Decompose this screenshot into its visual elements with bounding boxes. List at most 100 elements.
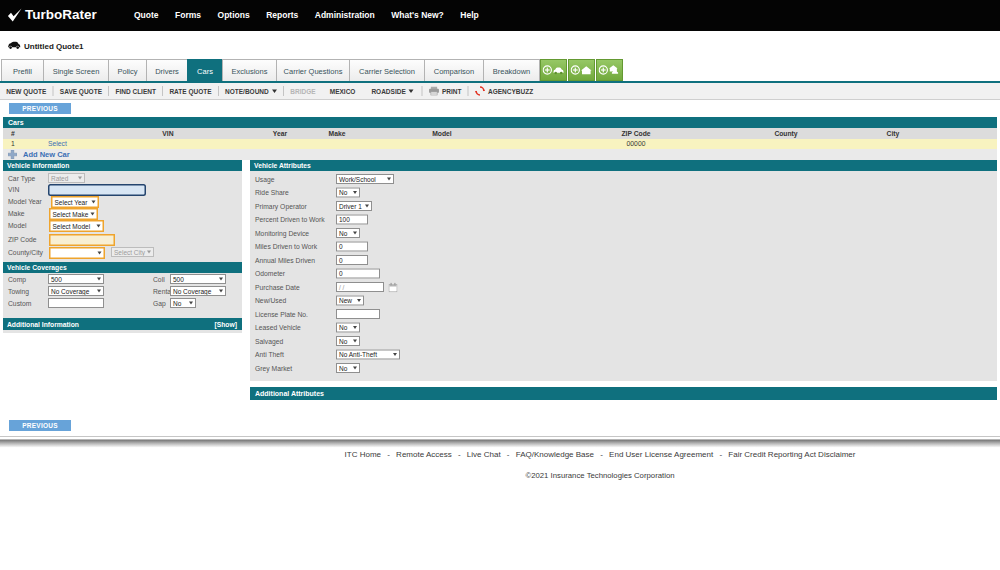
menu-options[interactable]: Options	[218, 11, 250, 21]
quote-title: Untitled Quote1	[24, 42, 84, 51]
towing-label: Towing	[8, 288, 29, 296]
comp-select[interactable]: 500	[48, 274, 104, 284]
add-auto-quote-button[interactable]	[540, 59, 567, 81]
model-year-select[interactable]: Select Year	[51, 196, 99, 208]
add-auto-home-quote-button[interactable]	[596, 59, 623, 81]
annual-miles-input[interactable]: 0	[336, 255, 368, 265]
find-client-button[interactable]: FIND CLIENT	[109, 87, 162, 95]
ride-share-select[interactable]: No	[336, 188, 360, 198]
car-row-1: 1 Select 00000	[3, 139, 997, 149]
footer-link-itc-home[interactable]: ITC Home	[343, 450, 383, 459]
percent-driven-label: Percent Driven to Work	[255, 216, 325, 224]
menu-forms[interactable]: Forms	[175, 11, 201, 21]
quote-header-row: Untitled Quote1	[0, 31, 1000, 59]
new-quote-button[interactable]: NEW QUOTE	[0, 87, 53, 95]
county-select[interactable]	[49, 247, 105, 259]
column-header-vin: VIN	[162, 130, 173, 138]
menu-reports[interactable]: Reports	[266, 11, 298, 21]
footer-links: ITC Home - Remote Access - Live Chat - F…	[250, 450, 950, 459]
car-type-label: Car Type	[8, 175, 35, 183]
vin-input[interactable]	[48, 184, 146, 196]
custom-input[interactable]	[48, 298, 104, 308]
leased-vehicle-label: Leased Vehicle	[255, 324, 301, 332]
tab-cars[interactable]: Cars	[187, 59, 223, 81]
add-home-quote-button[interactable]	[568, 59, 595, 81]
grey-market-label: Grey Market	[255, 365, 292, 373]
leased-vehicle-select[interactable]: No	[336, 323, 360, 333]
miles-driven-input[interactable]: 0	[336, 242, 368, 252]
previous-button-top[interactable]: PREVIOUS	[9, 103, 71, 114]
roadside-button[interactable]: ROADSIDE	[363, 87, 421, 95]
tab-prefill[interactable]: Prefill	[1, 59, 44, 81]
zip-code-input[interactable]	[49, 234, 115, 246]
calendar-icon[interactable]	[389, 283, 398, 293]
footer-link-remote-access[interactable]: Remote Access	[394, 450, 454, 459]
new-used-select[interactable]: New	[336, 296, 364, 306]
tab-single-screen[interactable]: Single Screen	[43, 59, 109, 81]
monitoring-device-label: Monitoring Device	[255, 230, 309, 238]
make-label: Make	[8, 210, 25, 218]
tab-breakdown[interactable]: Breakdown	[483, 59, 540, 81]
gap-label: Gap	[153, 300, 166, 308]
mexico-button[interactable]: MEXICO	[322, 87, 364, 95]
print-button[interactable]: PRINT	[423, 87, 468, 96]
vehicle-coverages-header: Vehicle Coverages	[3, 262, 242, 273]
salvaged-select[interactable]: No	[336, 336, 360, 346]
tab-comparison[interactable]: Comparison	[424, 59, 484, 81]
rental-select[interactable]: No Coverage	[170, 286, 226, 296]
agencybuzz-button[interactable]: AGENCYBUZZ	[469, 86, 540, 96]
column-header-city: City	[887, 130, 900, 138]
tab-carrier-selection[interactable]: Carrier Selection	[349, 59, 425, 81]
footer-link-faq[interactable]: FAQ/Knowledge Base	[514, 450, 596, 459]
odometer-input[interactable]: 0	[336, 269, 380, 279]
menu-administration[interactable]: Administration	[315, 11, 375, 21]
vehicle-information-header: Vehicle Information	[3, 160, 242, 171]
footer-link-live-chat[interactable]: Live Chat	[465, 450, 503, 459]
dropdown-caret-icon	[272, 89, 277, 93]
footer-copyright: ©2021 Insurance Technologies Corporation	[250, 471, 950, 480]
purchase-date-input[interactable]: / /	[336, 282, 384, 292]
coll-label: Coll	[153, 276, 165, 284]
vehicle-attributes-panel: Vehicle Attributes Usage Work/School Rid…	[250, 160, 997, 381]
add-new-car-link[interactable]: Add New Car	[23, 150, 70, 159]
add-new-car-row: Add New Car	[3, 149, 997, 160]
quote-tabs: Prefill Single Screen Policy Drivers Car…	[1, 59, 623, 81]
model-select[interactable]: Select Model	[49, 220, 104, 232]
menu-quote[interactable]: Quote	[134, 11, 159, 21]
make-select[interactable]: Select Make	[49, 208, 98, 220]
monitoring-device-select[interactable]: No	[336, 228, 360, 238]
footer-link-fcra[interactable]: Fair Credit Reporting Act Disclaimer	[726, 450, 857, 459]
turborater-logo[interactable]: TurboRater	[7, 7, 97, 23]
percent-driven-input[interactable]: 100	[336, 215, 368, 225]
usage-select[interactable]: Work/School	[336, 174, 394, 184]
footer-shadow	[0, 440, 1000, 449]
tab-policy[interactable]: Policy	[108, 59, 147, 81]
tab-drivers[interactable]: Drivers	[146, 59, 188, 81]
purchase-date-label: Purchase Date	[255, 284, 300, 292]
add-home-icon	[571, 64, 593, 77]
menu-help[interactable]: Help	[460, 11, 478, 21]
license-plate-input[interactable]	[336, 309, 380, 319]
tab-carrier-questions[interactable]: Carrier Questions	[276, 59, 350, 81]
menu-whats-new[interactable]: What's New?	[391, 11, 444, 21]
primary-operator-select[interactable]: Driver 1	[336, 201, 372, 211]
county-city-label: County/City	[8, 249, 43, 257]
anti-theft-select[interactable]: No Anti-Theft	[336, 350, 400, 360]
bridge-button: BRIDGE	[284, 87, 322, 95]
towing-select[interactable]: No Coverage	[48, 286, 104, 296]
gap-select[interactable]: No	[170, 298, 196, 308]
grey-market-select[interactable]: No	[336, 363, 360, 373]
save-quote-button[interactable]: SAVE QUOTE	[54, 87, 109, 95]
footer-link-eula[interactable]: End User License Agreement	[607, 450, 715, 459]
coll-select[interactable]: 500	[170, 274, 226, 284]
previous-button-bottom[interactable]: PREVIOUS	[9, 420, 71, 431]
add-auto-home-icon	[599, 64, 621, 77]
salvaged-label: Salvaged	[255, 338, 283, 346]
printer-icon	[429, 87, 439, 96]
license-plate-label: License Plate No.	[255, 311, 308, 319]
rate-quote-button[interactable]: RATE QUOTE	[163, 87, 218, 95]
additional-information-show-toggle[interactable]: [Show]	[215, 320, 238, 328]
note-bound-button[interactable]: NOTE/BOUND	[219, 87, 283, 95]
tab-exclusions[interactable]: Exclusions	[222, 59, 277, 81]
car-select-link[interactable]: Select	[48, 140, 67, 148]
